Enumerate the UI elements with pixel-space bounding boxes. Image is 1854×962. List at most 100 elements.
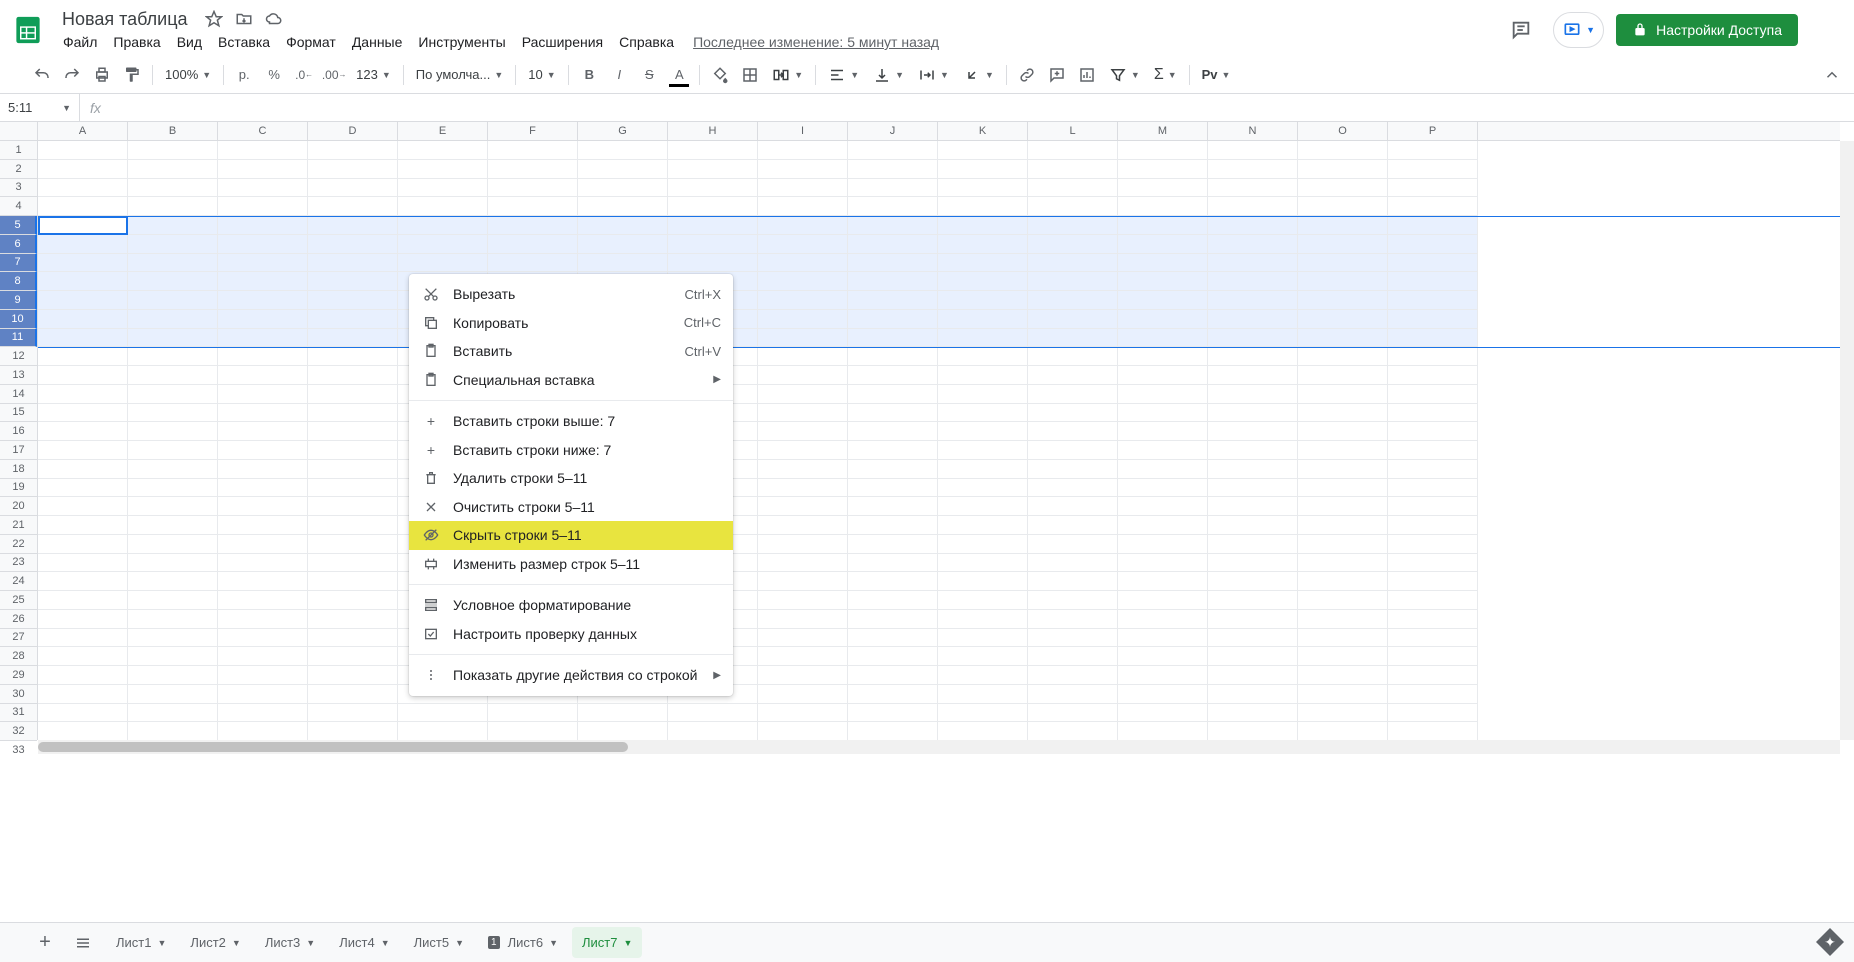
cell[interactable] (308, 216, 398, 235)
cell[interactable] (1388, 310, 1478, 329)
row-header[interactable]: 22 (0, 535, 37, 554)
cell[interactable] (1298, 629, 1388, 648)
cell[interactable] (848, 160, 938, 179)
cell[interactable] (1028, 685, 1118, 704)
cell[interactable] (1028, 516, 1118, 535)
insert-link-icon[interactable] (1013, 61, 1041, 89)
cell[interactable] (128, 197, 218, 216)
row-header[interactable]: 14 (0, 385, 37, 404)
cell[interactable] (668, 197, 758, 216)
cell[interactable] (308, 254, 398, 273)
cell[interactable] (1118, 460, 1208, 479)
cell[interactable] (758, 197, 848, 216)
cell[interactable] (38, 254, 128, 273)
cell[interactable] (1298, 591, 1388, 610)
cell[interactable] (1388, 235, 1478, 254)
row-header[interactable]: 13 (0, 366, 37, 385)
cell[interactable] (38, 647, 128, 666)
row-header[interactable]: 16 (0, 422, 37, 441)
cell[interactable] (128, 591, 218, 610)
cell[interactable] (848, 535, 938, 554)
cell[interactable] (308, 385, 398, 404)
cell[interactable] (758, 179, 848, 198)
ctx-conditional-format[interactable]: Условное форматирование (409, 591, 733, 620)
cell[interactable] (1118, 704, 1208, 723)
horizontal-scrollbar[interactable] (38, 740, 1840, 754)
cell[interactable] (398, 179, 488, 198)
cell[interactable] (128, 722, 218, 741)
cell[interactable] (1388, 254, 1478, 273)
cell[interactable] (938, 591, 1028, 610)
cell[interactable] (938, 535, 1028, 554)
cell[interactable] (128, 385, 218, 404)
cell[interactable] (1028, 404, 1118, 423)
cell[interactable] (308, 704, 398, 723)
cell[interactable] (308, 610, 398, 629)
cell[interactable] (1208, 441, 1298, 460)
cell[interactable] (938, 254, 1028, 273)
cell[interactable] (668, 704, 758, 723)
cell[interactable] (758, 722, 848, 741)
text-color-icon[interactable]: A (665, 61, 693, 89)
cell[interactable] (1388, 291, 1478, 310)
row-header[interactable]: 21 (0, 516, 37, 535)
cell[interactable] (1388, 441, 1478, 460)
cell[interactable] (38, 141, 128, 160)
cell[interactable] (1208, 366, 1298, 385)
cell[interactable] (848, 422, 938, 441)
cell[interactable] (938, 497, 1028, 516)
cell[interactable] (128, 554, 218, 573)
cell[interactable] (848, 385, 938, 404)
cell[interactable] (848, 179, 938, 198)
text-wrap-dropdown[interactable]: ▼ (912, 61, 955, 89)
col-header[interactable]: N (1208, 122, 1298, 140)
cell[interactable] (308, 179, 398, 198)
text-rotation-dropdown[interactable]: ▼ (957, 61, 1000, 89)
comments-icon[interactable] (1501, 10, 1541, 50)
cell[interactable] (38, 235, 128, 254)
cell[interactable] (128, 291, 218, 310)
cell[interactable] (758, 535, 848, 554)
strikethrough-icon[interactable]: S (635, 61, 663, 89)
cell[interactable] (1208, 460, 1298, 479)
cell[interactable] (308, 460, 398, 479)
cell[interactable] (758, 591, 848, 610)
cell[interactable] (1208, 479, 1298, 498)
cell[interactable] (758, 497, 848, 516)
cell[interactable] (38, 272, 128, 291)
cell[interactable] (1028, 254, 1118, 273)
cell[interactable] (1298, 197, 1388, 216)
formula-input[interactable] (111, 100, 1854, 115)
row-header[interactable]: 9 (0, 291, 37, 310)
cell[interactable] (1298, 535, 1388, 554)
cell[interactable] (128, 254, 218, 273)
cell[interactable] (1028, 591, 1118, 610)
cell[interactable] (938, 366, 1028, 385)
cell[interactable] (1028, 141, 1118, 160)
cell[interactable] (1208, 497, 1298, 516)
cell[interactable] (1298, 216, 1388, 235)
row-header[interactable]: 19 (0, 479, 37, 498)
cell[interactable] (848, 554, 938, 573)
cell[interactable] (1118, 610, 1208, 629)
cell[interactable] (1118, 535, 1208, 554)
cell[interactable] (1208, 610, 1298, 629)
decrease-decimal-icon[interactable]: .0← (290, 61, 318, 89)
cell[interactable] (308, 479, 398, 498)
cell[interactable] (758, 647, 848, 666)
cell[interactable] (1298, 141, 1388, 160)
font-dropdown[interactable]: По умолча...▼ (410, 61, 509, 89)
cell[interactable] (308, 272, 398, 291)
cell[interactable] (218, 610, 308, 629)
cell[interactable] (758, 704, 848, 723)
cell[interactable] (1028, 291, 1118, 310)
cell[interactable] (218, 291, 308, 310)
cell[interactable] (1208, 666, 1298, 685)
cell[interactable] (218, 460, 308, 479)
cell[interactable] (128, 666, 218, 685)
row-header[interactable]: 12 (0, 347, 37, 366)
ctx-hide-rows[interactable]: Скрыть строки 5–11 (409, 521, 733, 550)
zoom-dropdown[interactable]: 100%▼ (159, 61, 217, 89)
cell[interactable] (218, 272, 308, 291)
cell[interactable] (1028, 385, 1118, 404)
